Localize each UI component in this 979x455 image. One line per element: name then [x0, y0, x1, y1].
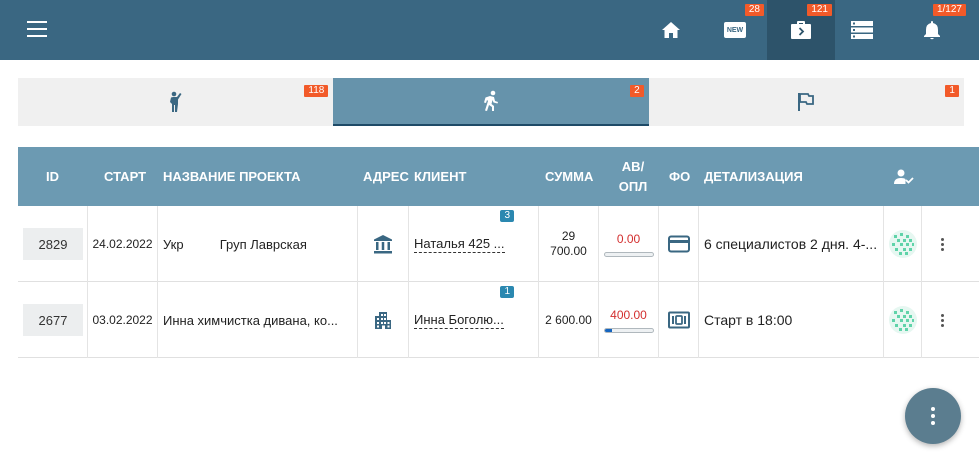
- col-paid-header-line1: АВ/: [621, 158, 645, 174]
- project-id[interactable]: 2829: [23, 228, 83, 260]
- new-icon: NEW: [724, 22, 746, 38]
- col-id-header[interactable]: ID: [46, 147, 59, 206]
- tab-finished[interactable]: 1: [648, 78, 964, 126]
- project-id[interactable]: 2677: [23, 304, 83, 336]
- person-standing-icon: [169, 91, 182, 112]
- client-badge: 1: [500, 286, 514, 298]
- start-date: 24.02.2022: [88, 206, 158, 282]
- home-icon: [662, 22, 680, 38]
- project-name[interactable]: Укр Груп Лаврская: [158, 206, 358, 282]
- bell-icon: [924, 21, 940, 40]
- col-fo-header[interactable]: ФО: [669, 147, 690, 206]
- tab-waiting-badge: 118: [304, 85, 329, 97]
- paid-progress-bar: [603, 327, 654, 333]
- project-name[interactable]: Инна химчистка дивана, ко...: [158, 282, 358, 358]
- row-actions-cell: [922, 282, 962, 358]
- new-badge: 28: [744, 4, 764, 16]
- sum-line1: 2 600.00: [545, 312, 592, 327]
- top-app-bar: NEW 28 121 1/127: [0, 0, 979, 60]
- tab-waiting[interactable]: 118: [18, 78, 334, 126]
- manager-cell[interactable]: [884, 206, 922, 282]
- detail-text[interactable]: Старт в 18:00: [704, 312, 792, 328]
- avatar: [888, 230, 917, 258]
- person-running-icon: [483, 90, 498, 111]
- detail-cell: Старт в 18:00: [699, 282, 884, 358]
- paid-value: 400.00: [610, 307, 647, 322]
- briefcase-icon: [791, 21, 811, 39]
- sum-value: 2 600.00: [539, 313, 598, 328]
- sum-value: 29 700.00: [539, 229, 598, 259]
- apartment-icon: [375, 312, 391, 329]
- payment-form-cell[interactable]: [659, 206, 699, 282]
- more-actions-fab[interactable]: [905, 388, 961, 444]
- payment-form-cell[interactable]: [659, 282, 699, 358]
- credit-card-icon: [667, 235, 690, 253]
- server-list-icon: [851, 21, 873, 39]
- cash-icon: [667, 311, 690, 329]
- col-detail-header[interactable]: ДЕТАЛИЗАЦИЯ: [704, 147, 803, 206]
- paid-progress-fill: [604, 328, 612, 332]
- more-vert-icon[interactable]: [922, 313, 962, 327]
- avatar: [888, 306, 917, 334]
- tab-in-progress-badge: 2: [630, 85, 644, 97]
- client-link[interactable]: Наталья 425 ...: [414, 236, 505, 253]
- projects-button[interactable]: 121: [767, 0, 835, 60]
- client-badge: 3: [500, 210, 514, 222]
- tab-in-progress[interactable]: 2: [333, 78, 649, 126]
- detail-cell: 6 специалистов 2 дня. 4-...: [699, 206, 884, 282]
- hamburger-icon[interactable]: [27, 21, 47, 37]
- new-button[interactable]: NEW 28: [701, 0, 769, 60]
- col-start-header[interactable]: СТАРТ: [104, 147, 146, 206]
- id-cell: 2829: [18, 206, 88, 282]
- new-icon-label: NEW: [726, 26, 744, 34]
- paid-indicator: 400.00: [599, 308, 658, 333]
- col-address-header[interactable]: АДРЕС: [363, 147, 409, 206]
- address-cell[interactable]: [358, 282, 409, 358]
- notifications-button[interactable]: 1/127: [898, 0, 966, 60]
- tab-finished-badge: 1: [945, 85, 959, 97]
- projects-table: ID СТАРТ НАЗВАНИЕ ПРОЕКТА АДРЕС КЛИЕНТ С…: [18, 147, 979, 358]
- paid-value: 0.00: [616, 231, 641, 246]
- home-button[interactable]: [637, 0, 705, 60]
- detail-text[interactable]: 6 специалистов 2 дня. 4-...: [704, 236, 877, 252]
- server-list-button[interactable]: [828, 0, 896, 60]
- notifications-badge: 1/127: [932, 4, 966, 16]
- sum-line2: 700.00: [550, 244, 587, 258]
- status-tabs: 118 2 1: [18, 78, 964, 126]
- col-name-header[interactable]: НАЗВАНИЕ ПРОЕКТА: [163, 147, 300, 206]
- user-check-icon: [894, 169, 914, 184]
- manager-cell[interactable]: [884, 282, 922, 358]
- table-row[interactable]: 2677 03.02.2022 Инна химчистка дивана, к…: [18, 282, 979, 358]
- bank-icon: [374, 235, 392, 254]
- row-actions-cell: [922, 206, 962, 282]
- table-row[interactable]: 2829 24.02.2022 Укр Груп Лаврская Наталь…: [18, 206, 979, 282]
- address-cell[interactable]: [358, 206, 409, 282]
- client-cell: Наталья 425 ... 3: [409, 206, 539, 282]
- paid-indicator: 0.00: [599, 232, 658, 257]
- sum-cell: 29 700.00: [539, 206, 599, 282]
- sum-line1: 29: [561, 229, 576, 243]
- client-link[interactable]: Инна Боголю...: [414, 312, 504, 329]
- client-cell: Инна Боголю... 1: [409, 282, 539, 358]
- flag-icon: [798, 93, 815, 111]
- more-vert-icon[interactable]: [922, 237, 962, 251]
- paid-cell: 400.00: [599, 282, 659, 358]
- table-header: ID СТАРТ НАЗВАНИЕ ПРОЕКТА АДРЕС КЛИЕНТ С…: [18, 147, 979, 206]
- id-cell: 2677: [18, 282, 88, 358]
- col-client-header[interactable]: КЛИЕНТ: [414, 147, 466, 206]
- col-sum-header[interactable]: СУММА: [545, 147, 593, 206]
- paid-progress-bar: [603, 251, 654, 257]
- col-manager-header[interactable]: [894, 147, 914, 206]
- col-paid-header-line2: ОПЛ: [618, 178, 648, 194]
- paid-cell: 0.00: [599, 206, 659, 282]
- start-date: 03.02.2022: [88, 282, 158, 358]
- sum-cell: 2 600.00: [539, 282, 599, 358]
- col-paid-header[interactable]: АВ/ ОПЛ: [603, 147, 663, 206]
- more-vert-icon: [931, 407, 935, 425]
